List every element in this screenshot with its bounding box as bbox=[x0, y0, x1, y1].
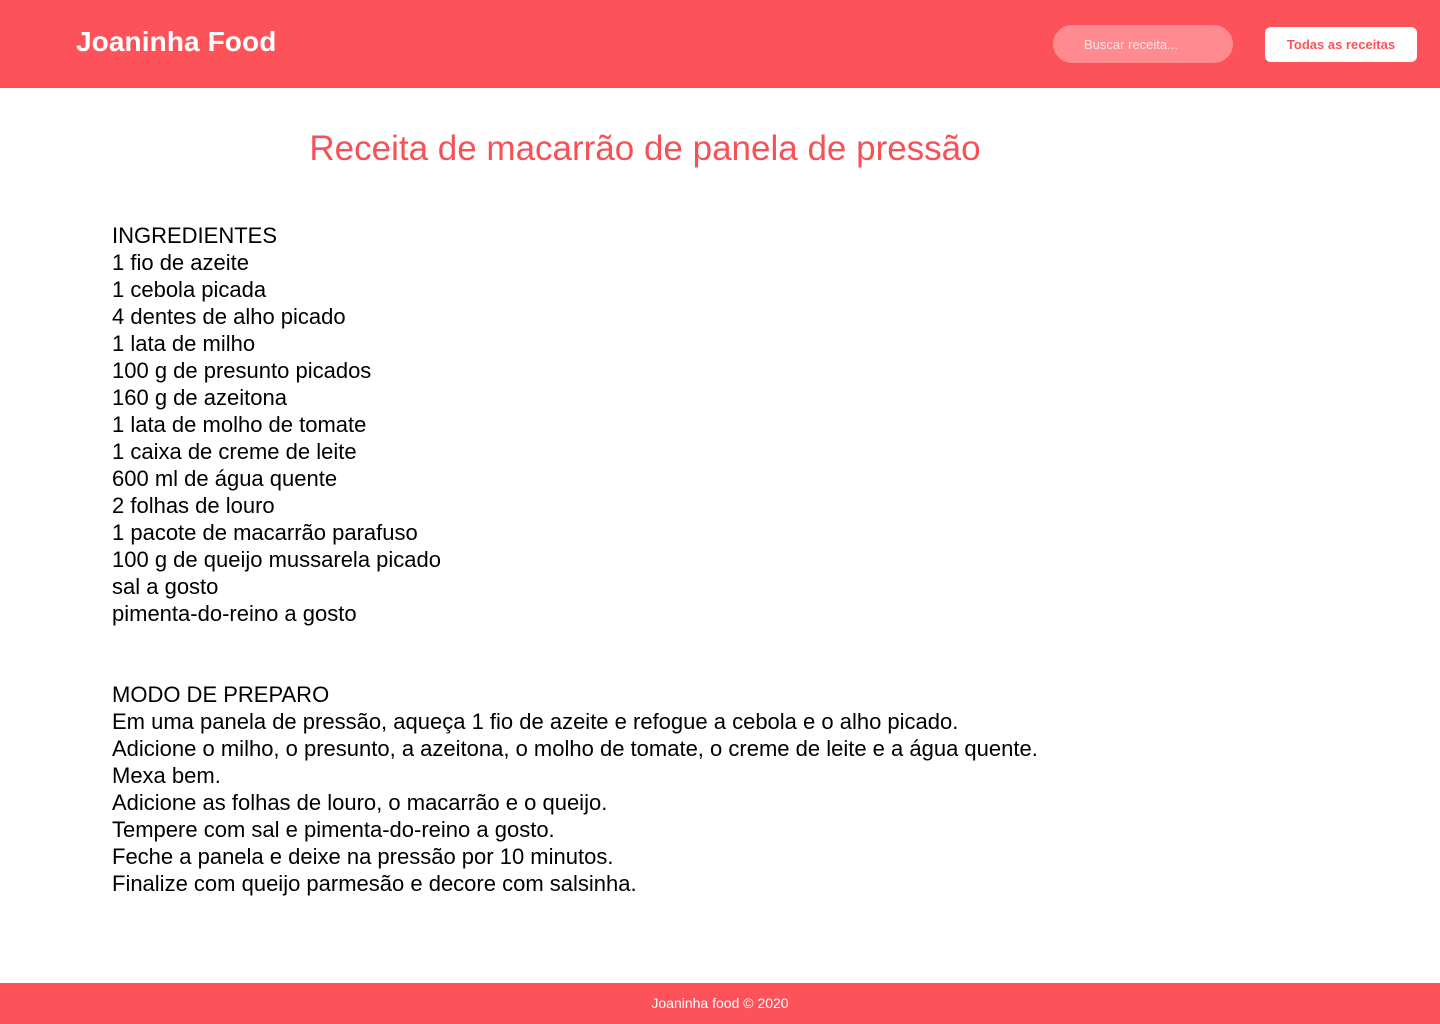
method-section: MODO DE PREPARO Em uma panela de pressão… bbox=[112, 681, 1212, 897]
ingredient-item: 1 lata de milho bbox=[112, 331, 256, 356]
ingredient-item: 600 ml de água quente bbox=[112, 466, 338, 491]
method-step: Finalize com queijo parmesão e decore co… bbox=[112, 871, 637, 896]
ingredients-section: INGREDIENTES 1 fio de azeite 1 cebola pi… bbox=[112, 222, 1212, 627]
ingredient-item: 1 cebola picada bbox=[112, 277, 267, 302]
ingredient-item: 1 caixa de creme de leite bbox=[112, 439, 357, 464]
section-divider-space bbox=[112, 627, 1212, 681]
search-input[interactable] bbox=[1053, 25, 1233, 63]
method-step: Feche a panela e deixe na pressão por 10… bbox=[112, 844, 614, 869]
ingredient-item: 100 g de queijo mussarela picado bbox=[112, 547, 442, 572]
ingredient-item: 1 pacote de macarrão parafuso bbox=[112, 520, 418, 545]
recipe-title: Receita de macarrão de panela de pressão bbox=[309, 129, 981, 168]
ingredient-item: 2 folhas de louro bbox=[112, 493, 275, 518]
ingredient-item: 100 g de presunto picados bbox=[112, 358, 372, 383]
method-step: Tempere com sal e pimenta-do-reino a gos… bbox=[112, 817, 555, 842]
ingredient-item: 4 dentes de alho picado bbox=[112, 304, 346, 329]
method-step: Adicione o milho, o presunto, a azeitona… bbox=[112, 736, 1038, 761]
method-heading: MODO DE PREPARO bbox=[112, 682, 330, 707]
footer-copyright: Joaninha food © 2020 bbox=[651, 995, 789, 1011]
method-step: Adicione as folhas de louro, o macarrão … bbox=[112, 790, 608, 815]
all-recipes-button[interactable]: Todas as receitas bbox=[1265, 27, 1417, 62]
ingredient-item: sal a gosto bbox=[112, 574, 219, 599]
recipe-content: INGREDIENTES 1 fio de azeite 1 cebola pi… bbox=[112, 222, 1212, 897]
method-step: Mexa bem. bbox=[112, 763, 221, 788]
brand-logo-text[interactable]: Joaninha Food bbox=[76, 26, 276, 58]
ingredient-item: 1 fio de azeite bbox=[112, 250, 249, 275]
top-navbar: Joaninha Food Todas as receitas bbox=[0, 0, 1440, 88]
ingredient-item: 1 lata de molho de tomate bbox=[112, 412, 367, 437]
ingredients-heading: INGREDIENTES bbox=[112, 223, 278, 248]
ingredient-item: 160 g de azeitona bbox=[112, 385, 287, 410]
method-step: Em uma panela de pressão, aqueça 1 fio d… bbox=[112, 709, 959, 734]
page-footer: Joaninha food © 2020 bbox=[0, 983, 1440, 1024]
ingredient-item: pimenta-do-reino a gosto bbox=[112, 601, 357, 626]
